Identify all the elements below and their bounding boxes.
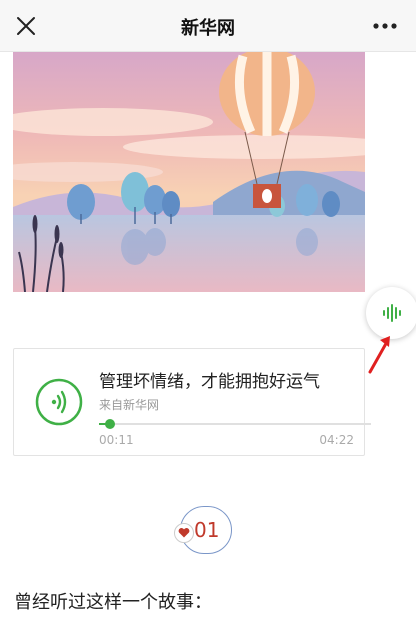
audio-player-card[interactable]: 管理坏情绪，才能拥抱好运气 来自新华网 00:11 04:22 <box>13 348 371 456</box>
section-number: 01 <box>194 518 220 542</box>
nav-bar: 新华网 <box>0 0 416 52</box>
audio-title: 管理坏情绪，才能拥抱好运气 <box>99 372 320 392</box>
hero-illustration <box>13 52 365 292</box>
close-icon[interactable] <box>14 14 38 38</box>
heart-icon <box>174 523 194 543</box>
total-time: 04:22 <box>319 433 354 447</box>
progress-track <box>99 423 371 425</box>
current-time: 00:11 <box>99 433 134 447</box>
article-first-line: 曾经听过这样一个故事： <box>14 592 212 613</box>
audio-source: 来自新华网 <box>99 398 160 412</box>
page-title: 新华网 <box>181 18 235 39</box>
play-audio-icon[interactable] <box>35 378 83 426</box>
more-icon[interactable] <box>372 16 398 36</box>
annotation-arrow <box>368 336 390 374</box>
audio-progress-bar[interactable] <box>99 419 371 429</box>
audio-wave-icon <box>383 304 401 322</box>
progress-knob[interactable] <box>105 419 115 429</box>
